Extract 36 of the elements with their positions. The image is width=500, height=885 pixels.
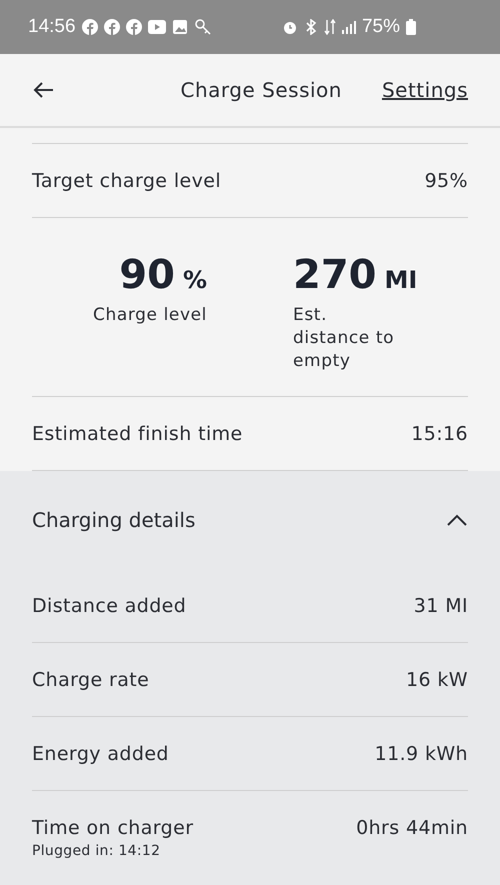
stat-label: Charge level bbox=[92, 304, 207, 327]
stat-number: 270 bbox=[293, 252, 376, 298]
facebook-icon bbox=[104, 19, 120, 35]
image-icon bbox=[172, 19, 188, 35]
detail-value: 11.9 kWh bbox=[374, 742, 468, 764]
collapse-toggle[interactable] bbox=[446, 513, 468, 527]
stat-number: 90 bbox=[119, 252, 175, 298]
detail-label: Distance added bbox=[32, 594, 186, 616]
page-title: Charge Session bbox=[180, 78, 342, 102]
key-icon bbox=[194, 18, 212, 36]
finish-time-label: Estimated finish time bbox=[32, 422, 243, 444]
battery-icon bbox=[406, 19, 416, 35]
target-charge-label: Target charge level bbox=[32, 170, 221, 192]
data-arrows-icon bbox=[324, 19, 336, 35]
bluetooth-icon bbox=[304, 19, 318, 35]
detail-note: Plugged in: 14:12 bbox=[32, 843, 162, 859]
stat-label: Est. distance to empty bbox=[293, 304, 396, 373]
detail-label: Energy added bbox=[32, 742, 169, 764]
battery-percent: 75% bbox=[362, 16, 400, 38]
detail-value: 0hrs 44min bbox=[356, 817, 468, 839]
detail-label: Time on charger bbox=[32, 817, 194, 839]
signal-icon bbox=[342, 20, 356, 34]
facebook-icon bbox=[126, 19, 142, 35]
stat-unit: MI bbox=[384, 266, 418, 294]
detail-label: Charge rate bbox=[32, 668, 150, 690]
target-charge-value: 95% bbox=[424, 170, 468, 192]
section-title: Charging details bbox=[32, 508, 196, 532]
finish-time-value: 15:16 bbox=[411, 422, 468, 444]
detail-value: 16 kW bbox=[406, 668, 468, 690]
alarm-icon bbox=[282, 19, 298, 35]
settings-link[interactable]: Settings bbox=[382, 78, 468, 102]
facebook-icon bbox=[82, 19, 98, 35]
play-icon bbox=[148, 20, 166, 34]
stat-unit: % bbox=[182, 266, 207, 294]
detail-value: 31 MI bbox=[414, 594, 468, 616]
clock-time: 14:56 bbox=[28, 16, 76, 38]
